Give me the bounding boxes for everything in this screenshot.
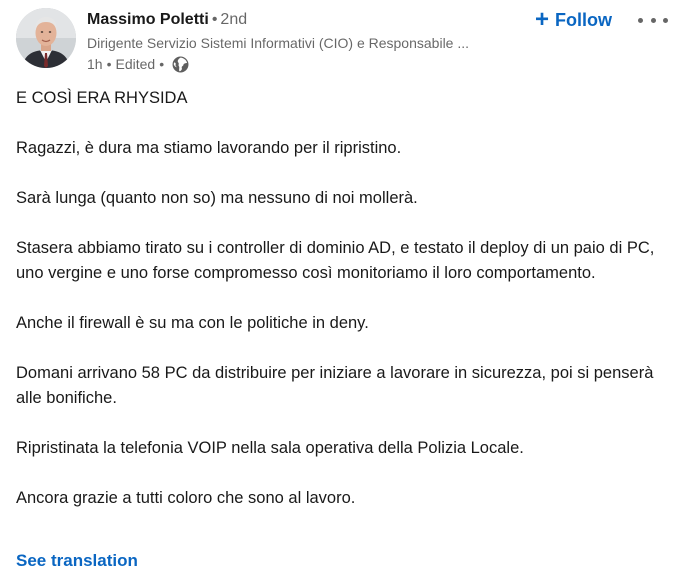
post-timestamp-line: 1h • Edited • <box>87 53 527 75</box>
follow-button[interactable]: + Follow <box>535 8 612 32</box>
post-paragraph: Sarà lunga (quanto non so) ma nessuno di… <box>16 189 418 207</box>
post-paragraph: Stasera abbiamo tirato su i controller d… <box>16 239 655 282</box>
more-options-icon[interactable] <box>638 14 668 26</box>
separator-dot: • <box>211 11 218 28</box>
author-name[interactable]: Massimo Poletti <box>87 11 209 28</box>
post-time: 1h <box>87 56 103 72</box>
more-dot <box>638 17 643 23</box>
connection-degree: 2nd <box>220 11 248 28</box>
edited-label: Edited <box>115 56 156 72</box>
author-headline: Dirigente Servizio Sistemi Informativi (… <box>87 35 470 51</box>
avatar-photo <box>16 8 76 68</box>
more-dot <box>663 17 668 23</box>
post-paragraph: E COSÌ ERA RHYSIDA <box>16 89 188 107</box>
author-meta: Massimo Poletti • 2nd Dirigente Servizio S… <box>87 8 527 75</box>
author-name-line: Massimo Poletti • 2nd <box>87 8 527 32</box>
author-avatar[interactable] <box>16 8 76 68</box>
separator-dot: • <box>106 56 112 72</box>
plus-icon: + <box>535 6 550 33</box>
more-dot <box>650 17 656 23</box>
linkedin-post: Massimo Poletti • 2nd Dirigente Servizio S… <box>0 0 680 580</box>
globe-icon <box>172 56 189 73</box>
post-header: Massimo Poletti • 2nd Dirigente Servizio S… <box>16 8 668 76</box>
post-body: E COSÌ ERA RHYSIDA Ragazzi, è dura ma st… <box>16 86 666 511</box>
post-paragraph: Ancora grazie a tutti coloro che sono al… <box>16 489 356 507</box>
post-paragraph: Ragazzi, è dura ma stiamo lavorando per … <box>16 139 402 157</box>
post-paragraph: Ripristinata la telefonia VOIP nella sal… <box>16 439 524 457</box>
separator-dot: • <box>159 56 165 72</box>
post-paragraph: Anche il firewall è su ma con le politic… <box>16 314 369 332</box>
follow-label: Follow <box>555 9 613 30</box>
post-paragraph: Domani arrivano 58 PC da distribuire per… <box>16 364 654 407</box>
see-translation-link[interactable]: See translation <box>16 548 138 574</box>
